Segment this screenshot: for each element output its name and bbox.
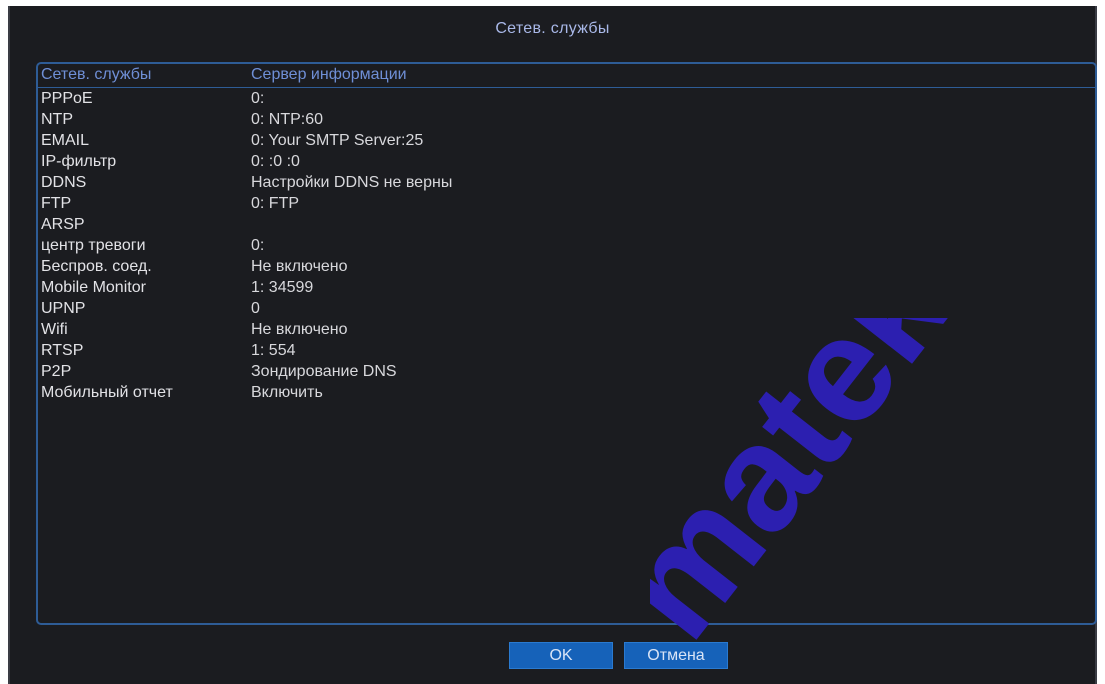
- table-row[interactable]: IP-фильтр 0: :0 :0: [38, 152, 1095, 173]
- service-info: 1: 554: [251, 342, 296, 359]
- service-info: 0: :0 :0: [251, 153, 300, 170]
- header-service: Сетев. службы: [41, 66, 152, 83]
- service-info: 0: NTP:60: [251, 111, 324, 128]
- service-info: 1: 34599: [251, 279, 314, 296]
- service-name: DDNS: [41, 174, 87, 191]
- table-row[interactable]: NTP 0: NTP:60: [38, 110, 1095, 131]
- table-row[interactable]: Mobile Monitor 1: 34599: [38, 278, 1095, 299]
- service-info: 0: Your SMTP Server:25: [251, 132, 424, 149]
- dialog-title: Сетев. службы: [495, 20, 610, 37]
- service-name: PPPoE: [41, 90, 93, 107]
- cancel-button[interactable]: Отмена: [624, 642, 728, 669]
- service-name: UPNP: [41, 300, 86, 317]
- table-row[interactable]: UPNP 0: [38, 299, 1095, 320]
- table-row[interactable]: PPPoE 0:: [38, 89, 1095, 110]
- services-table: Сетев. службы Сервер информации PPPoE 0:…: [36, 62, 1097, 625]
- network-services-dialog: Сетев. службы Сетев. службы Сервер инфор…: [8, 6, 1097, 684]
- service-name: P2P: [41, 363, 72, 380]
- service-info: Не включено: [251, 258, 348, 275]
- service-name: FTP: [41, 195, 72, 212]
- service-name: ARSP: [41, 216, 85, 233]
- table-row[interactable]: Мобильный отчет Включить: [38, 383, 1095, 404]
- service-name: Беспров. соед.: [41, 258, 152, 275]
- header-server-info: Сервер информации: [251, 66, 407, 83]
- table-row[interactable]: Wifi Не включено: [38, 320, 1095, 341]
- service-name: центр тревоги: [41, 237, 146, 254]
- table-header: Сетев. службы Сервер информации: [38, 64, 1095, 88]
- table-row[interactable]: Беспров. соед. Не включено: [38, 257, 1095, 278]
- service-name: EMAIL: [41, 132, 90, 149]
- service-name: RTSP: [41, 342, 84, 359]
- table-row[interactable]: DDNS Настройки DDNS не верны: [38, 173, 1095, 194]
- service-info: 0: [251, 300, 260, 317]
- service-name: IP-фильтр: [41, 153, 117, 170]
- ok-button[interactable]: OK: [509, 642, 613, 669]
- service-info: Не включено: [251, 321, 348, 338]
- service-info: 0: FTP: [251, 195, 300, 212]
- table-row[interactable]: EMAIL 0: Your SMTP Server:25: [38, 131, 1095, 152]
- service-name: Mobile Monitor: [41, 279, 146, 296]
- table-row[interactable]: RTSP 1: 554: [38, 341, 1095, 362]
- table-row[interactable]: центр тревоги 0:: [38, 236, 1095, 257]
- service-info: Настройки DDNS не верны: [251, 174, 453, 191]
- service-info: 0:: [251, 90, 265, 107]
- table-row[interactable]: P2P Зондирование DNS: [38, 362, 1095, 383]
- service-name: Мобильный отчет: [41, 384, 173, 401]
- service-info: Зондирование DNS: [251, 363, 397, 380]
- table-row[interactable]: FTP 0: FTP: [38, 194, 1095, 215]
- service-info: Включить: [251, 384, 323, 401]
- service-info: 0:: [251, 237, 265, 254]
- service-name: NTP: [41, 111, 73, 128]
- dialog-buttons: OK Отмена: [10, 642, 1095, 670]
- table-row[interactable]: ARSP: [38, 215, 1095, 236]
- service-name: Wifi: [41, 321, 68, 338]
